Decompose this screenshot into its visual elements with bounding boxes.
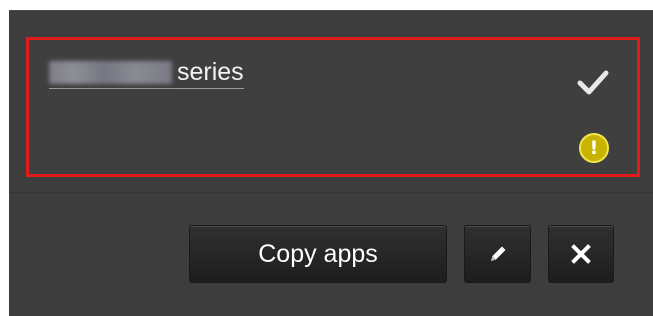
- copy-apps-label: Copy apps: [258, 239, 378, 268]
- check-icon: [577, 70, 609, 95]
- edit-button[interactable]: [464, 225, 531, 283]
- divider: [9, 192, 653, 193]
- copy-apps-button[interactable]: Copy apps: [189, 225, 447, 283]
- printer-model-redacted: [49, 60, 172, 84]
- printer-card-selected[interactable]: series !: [26, 37, 640, 177]
- close-icon: [571, 244, 591, 264]
- pencil-icon: [490, 246, 505, 261]
- delete-button[interactable]: [548, 225, 614, 283]
- printer-series-label: series: [177, 58, 244, 86]
- printer-name-link[interactable]: series: [49, 58, 244, 89]
- warning-icon: !: [579, 133, 609, 163]
- printer-panel: series ! Copy apps: [9, 10, 653, 316]
